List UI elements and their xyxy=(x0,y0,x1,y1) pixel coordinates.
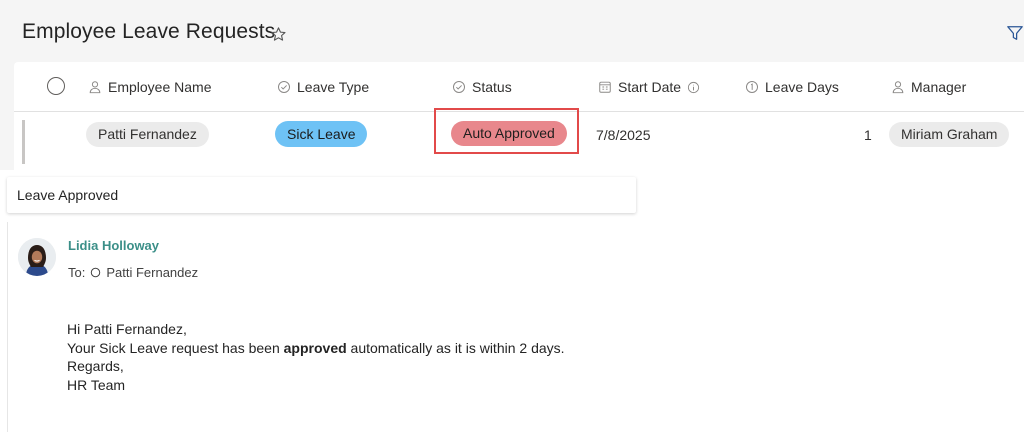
list-grid: Employee Name Leave Type Status Start Da… xyxy=(14,62,1024,170)
column-label: Leave Days xyxy=(765,79,839,95)
row-selection-bar[interactable] xyxy=(22,120,25,164)
email-greeting: Hi Patti Fernandez, xyxy=(67,321,187,337)
page-title: Employee Leave Requests xyxy=(22,20,276,43)
email-body-line: Your Sick Leave request has been approve… xyxy=(67,339,565,358)
person-photo-icon xyxy=(18,238,56,276)
column-header-row: Employee Name Leave Type Status Start Da… xyxy=(14,62,1024,112)
start-date-value: 7/8/2025 xyxy=(596,127,651,143)
column-label: Start Date xyxy=(618,79,682,95)
column-header-leave-days[interactable]: Leave Days xyxy=(745,78,839,96)
person-icon xyxy=(892,81,904,94)
email-subject-bar: Leave Approved xyxy=(7,177,636,213)
column-header-leave-type[interactable]: Leave Type xyxy=(277,78,369,96)
email-body: Hi Patti Fernandez, Your Sick Leave requ… xyxy=(67,320,565,394)
check-circle-icon xyxy=(453,81,465,93)
column-header-start-date[interactable]: Start Date xyxy=(598,78,700,96)
column-label: Employee Name xyxy=(108,79,212,95)
select-all-checkbox[interactable] xyxy=(47,77,65,95)
column-header-employee-name[interactable]: Employee Name xyxy=(88,78,212,96)
email-closing: Regards, xyxy=(67,358,124,374)
body-text: automatically as it is within 2 days. xyxy=(350,339,565,356)
presence-status-icon xyxy=(91,267,101,278)
status-highlight-box xyxy=(434,108,579,154)
column-header-manager[interactable]: Manager xyxy=(891,78,966,96)
calendar-icon xyxy=(599,81,611,93)
table-row[interactable]: Patti Fernandez Sick Leave Auto Approved… xyxy=(14,108,1024,164)
divider xyxy=(7,222,8,432)
leave-days-value: 1 xyxy=(864,127,872,143)
sender-name[interactable]: Lidia Holloway xyxy=(68,238,159,253)
list-panel: Employee Leave Requests Employee Name Le… xyxy=(0,0,1024,170)
email-subject: Leave Approved xyxy=(17,187,119,203)
info-icon[interactable] xyxy=(687,81,700,94)
email-signature: HR Team xyxy=(67,376,126,393)
filter-icon[interactable] xyxy=(1006,24,1024,42)
leave-type-pill: Sick Leave xyxy=(275,121,368,147)
body-text: Your Sick Leave request has been xyxy=(67,339,280,356)
recipient-line: To: Patti Fernandez xyxy=(68,265,198,280)
column-label: Leave Type xyxy=(297,79,370,95)
to-label: To: xyxy=(68,265,86,280)
employee-name-pill[interactable]: Patti Fernandez xyxy=(86,122,209,147)
column-label: Manager xyxy=(911,79,967,95)
person-icon xyxy=(89,81,101,94)
body-bold-text: approved xyxy=(283,339,347,356)
email-message: Leave Approved Lidia Holloway To: Patti … xyxy=(0,172,636,432)
favorite-star-icon[interactable] xyxy=(270,26,287,43)
check-circle-icon xyxy=(278,81,290,93)
sender-avatar[interactable] xyxy=(18,238,56,276)
manager-name-pill[interactable]: Miriam Graham xyxy=(889,122,1010,147)
recipient-name[interactable]: Patti Fernandez xyxy=(106,265,198,280)
number-icon xyxy=(746,81,758,93)
column-header-status[interactable]: Status xyxy=(452,78,512,96)
column-label: Status xyxy=(472,79,512,95)
